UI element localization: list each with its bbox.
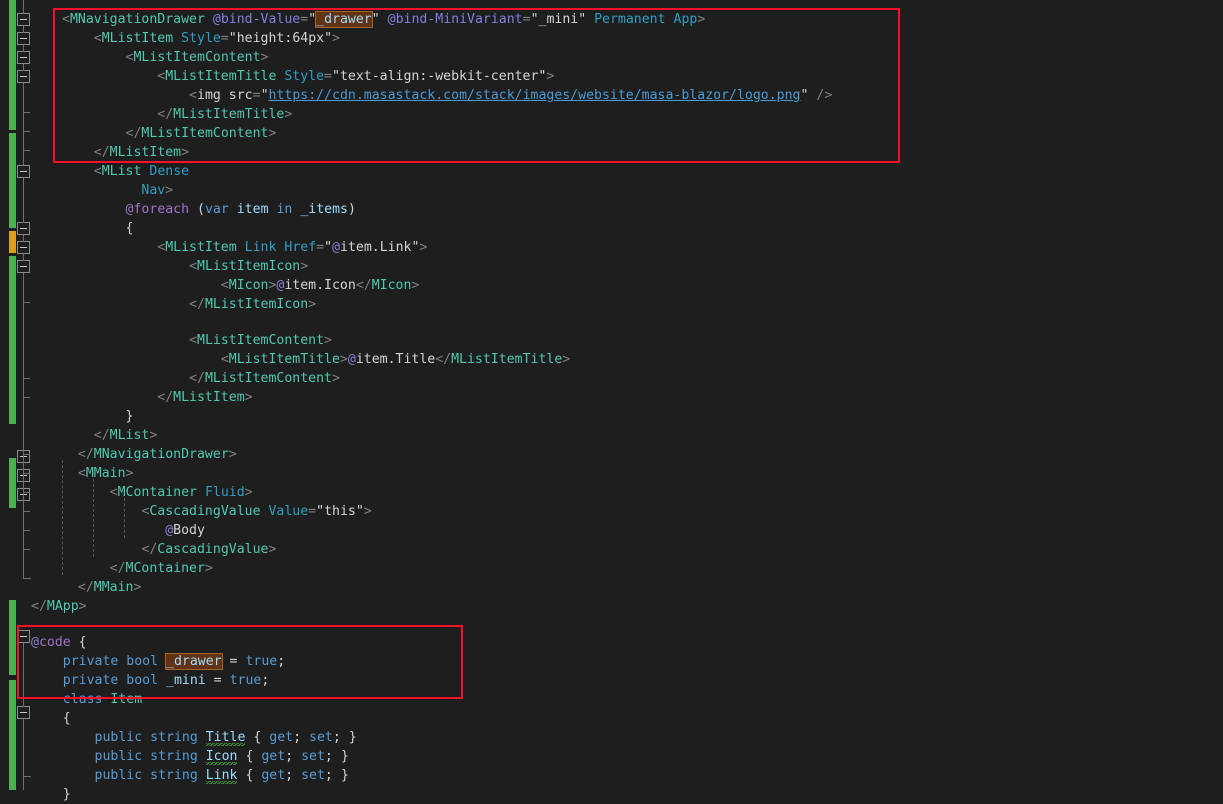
code-line[interactable]: <img src="https://cdn.masastack.com/stac… xyxy=(62,86,832,105)
code-line[interactable]: <MListItem Style="height:64px"> xyxy=(62,29,340,48)
fold-toggle[interactable] xyxy=(17,630,30,643)
code-line[interactable]: <MIcon>@item.Icon</MIcon> xyxy=(62,276,419,295)
code-line[interactable]: </MListItemIcon> xyxy=(62,295,316,314)
code-line[interactable]: <MNavigationDrawer @bind-Value="_drawer"… xyxy=(62,10,705,29)
code-line[interactable]: <MListItemTitle Style="text-align:-webki… xyxy=(62,67,554,86)
code-line[interactable]: </MListItem> xyxy=(62,388,253,407)
fold-region-tick xyxy=(23,112,30,113)
code-line[interactable]: <MListItemContent> xyxy=(62,48,268,67)
code-line[interactable]: </MMain> xyxy=(62,578,141,597)
change-marker-added xyxy=(9,133,16,228)
fold-region-tick xyxy=(23,302,30,303)
code-line[interactable]: public string Link { get; set; } xyxy=(31,766,349,785)
fold-region-tick xyxy=(23,131,30,132)
code-line[interactable]: </MListItemTitle> xyxy=(62,105,292,124)
fold-region-line xyxy=(23,235,24,242)
fold-region-tick xyxy=(23,492,30,493)
code-line[interactable]: @Body xyxy=(62,521,205,540)
fold-region-tick xyxy=(23,397,30,398)
fold-toggle[interactable] xyxy=(17,706,30,719)
property-name-title[interactable]: Title xyxy=(206,730,246,748)
fold-region-tick xyxy=(23,549,30,550)
change-marker-added xyxy=(9,600,16,675)
change-marker-modified xyxy=(9,231,16,253)
image-url-literal[interactable]: https://cdn.masastack.com/stack/images/w… xyxy=(269,88,801,103)
code-editor[interactable]: <MNavigationDrawer @bind-Value="_drawer"… xyxy=(0,0,1223,790)
code-line[interactable]: public string Icon { get; set; } xyxy=(31,747,349,766)
change-marker-added xyxy=(9,0,16,130)
code-line[interactable]: </CascadingValue> xyxy=(62,540,276,559)
code-line[interactable]: <MMain> xyxy=(62,464,134,483)
fold-region-line xyxy=(23,273,24,578)
change-marker-added xyxy=(9,680,16,790)
code-line[interactable]: public string Title { get; set; } xyxy=(31,728,357,747)
fold-region-line xyxy=(23,0,24,14)
code-line[interactable]: </MApp> xyxy=(31,597,87,616)
code-line[interactable]: </MNavigationDrawer> xyxy=(62,445,237,464)
fold-region-tick xyxy=(23,511,30,512)
fold-region-line xyxy=(23,83,24,165)
code-line[interactable]: } xyxy=(62,407,133,426)
fold-region-line xyxy=(23,45,24,52)
code-line[interactable]: <MList Dense xyxy=(62,162,189,181)
code-line[interactable]: @code { xyxy=(31,633,87,652)
code-line[interactable]: </MListItemContent> xyxy=(62,369,340,388)
fold-region-tick xyxy=(23,530,30,531)
fold-region-tick xyxy=(23,473,30,474)
fold-toggle[interactable] xyxy=(17,222,30,235)
code-line[interactable]: } xyxy=(31,785,71,804)
fold-toggle[interactable] xyxy=(17,32,30,45)
code-line[interactable]: { xyxy=(62,219,133,238)
fold-region-tick xyxy=(23,454,30,455)
code-line[interactable]: class Item xyxy=(31,690,142,709)
code-line[interactable]: private bool _drawer = true; xyxy=(31,652,285,671)
fold-toggle[interactable] xyxy=(17,70,30,83)
fold-toggle[interactable] xyxy=(17,51,30,64)
fold-region-tick xyxy=(23,150,30,151)
code-line[interactable]: <MListItem Link Href="@item.Link"> xyxy=(62,238,427,257)
fold-region-line xyxy=(23,643,24,707)
code-line[interactable]: </MList> xyxy=(62,426,157,445)
fold-region-line xyxy=(23,178,24,223)
fold-region-line xyxy=(23,254,24,261)
code-line[interactable]: </MListItemContent> xyxy=(62,124,276,143)
change-marker-added xyxy=(9,458,16,508)
change-marker-added xyxy=(9,256,16,424)
highlighted-symbol[interactable]: _drawer xyxy=(315,11,373,28)
code-line[interactable]: <MListItemIcon> xyxy=(62,257,308,276)
code-line[interactable]: { xyxy=(31,709,71,728)
code-line[interactable]: </MContainer> xyxy=(62,559,213,578)
property-name-link[interactable]: Link xyxy=(206,768,238,786)
fold-toggle[interactable] xyxy=(17,260,30,273)
fold-region-line xyxy=(23,26,24,33)
code-line[interactable]: <CascadingValue Value="this"> xyxy=(62,502,372,521)
code-line[interactable]: <MListItemContent> xyxy=(62,331,332,350)
code-line[interactable]: <MListItemTitle>@item.Title</MListItemTi… xyxy=(62,350,570,369)
code-line[interactable]: </MListItem> xyxy=(62,143,189,162)
code-line[interactable]: @foreach (var item in _items) xyxy=(62,200,356,219)
fold-region-end xyxy=(23,776,31,777)
fold-region-line xyxy=(23,719,24,790)
fold-region-tick xyxy=(23,378,30,379)
code-line[interactable]: <MContainer Fluid> xyxy=(62,483,253,502)
fold-region-end xyxy=(23,578,31,579)
highlighted-symbol-declaration[interactable]: _drawer xyxy=(165,653,223,670)
code-line[interactable]: private bool _mini = true; xyxy=(31,671,269,690)
fold-toggle[interactable] xyxy=(17,241,30,254)
fold-toggle[interactable] xyxy=(17,13,30,26)
property-name-icon[interactable]: Icon xyxy=(206,749,238,767)
fold-region-line xyxy=(23,64,24,71)
code-line[interactable]: Nav> xyxy=(62,181,173,200)
fold-toggle[interactable] xyxy=(17,165,30,178)
